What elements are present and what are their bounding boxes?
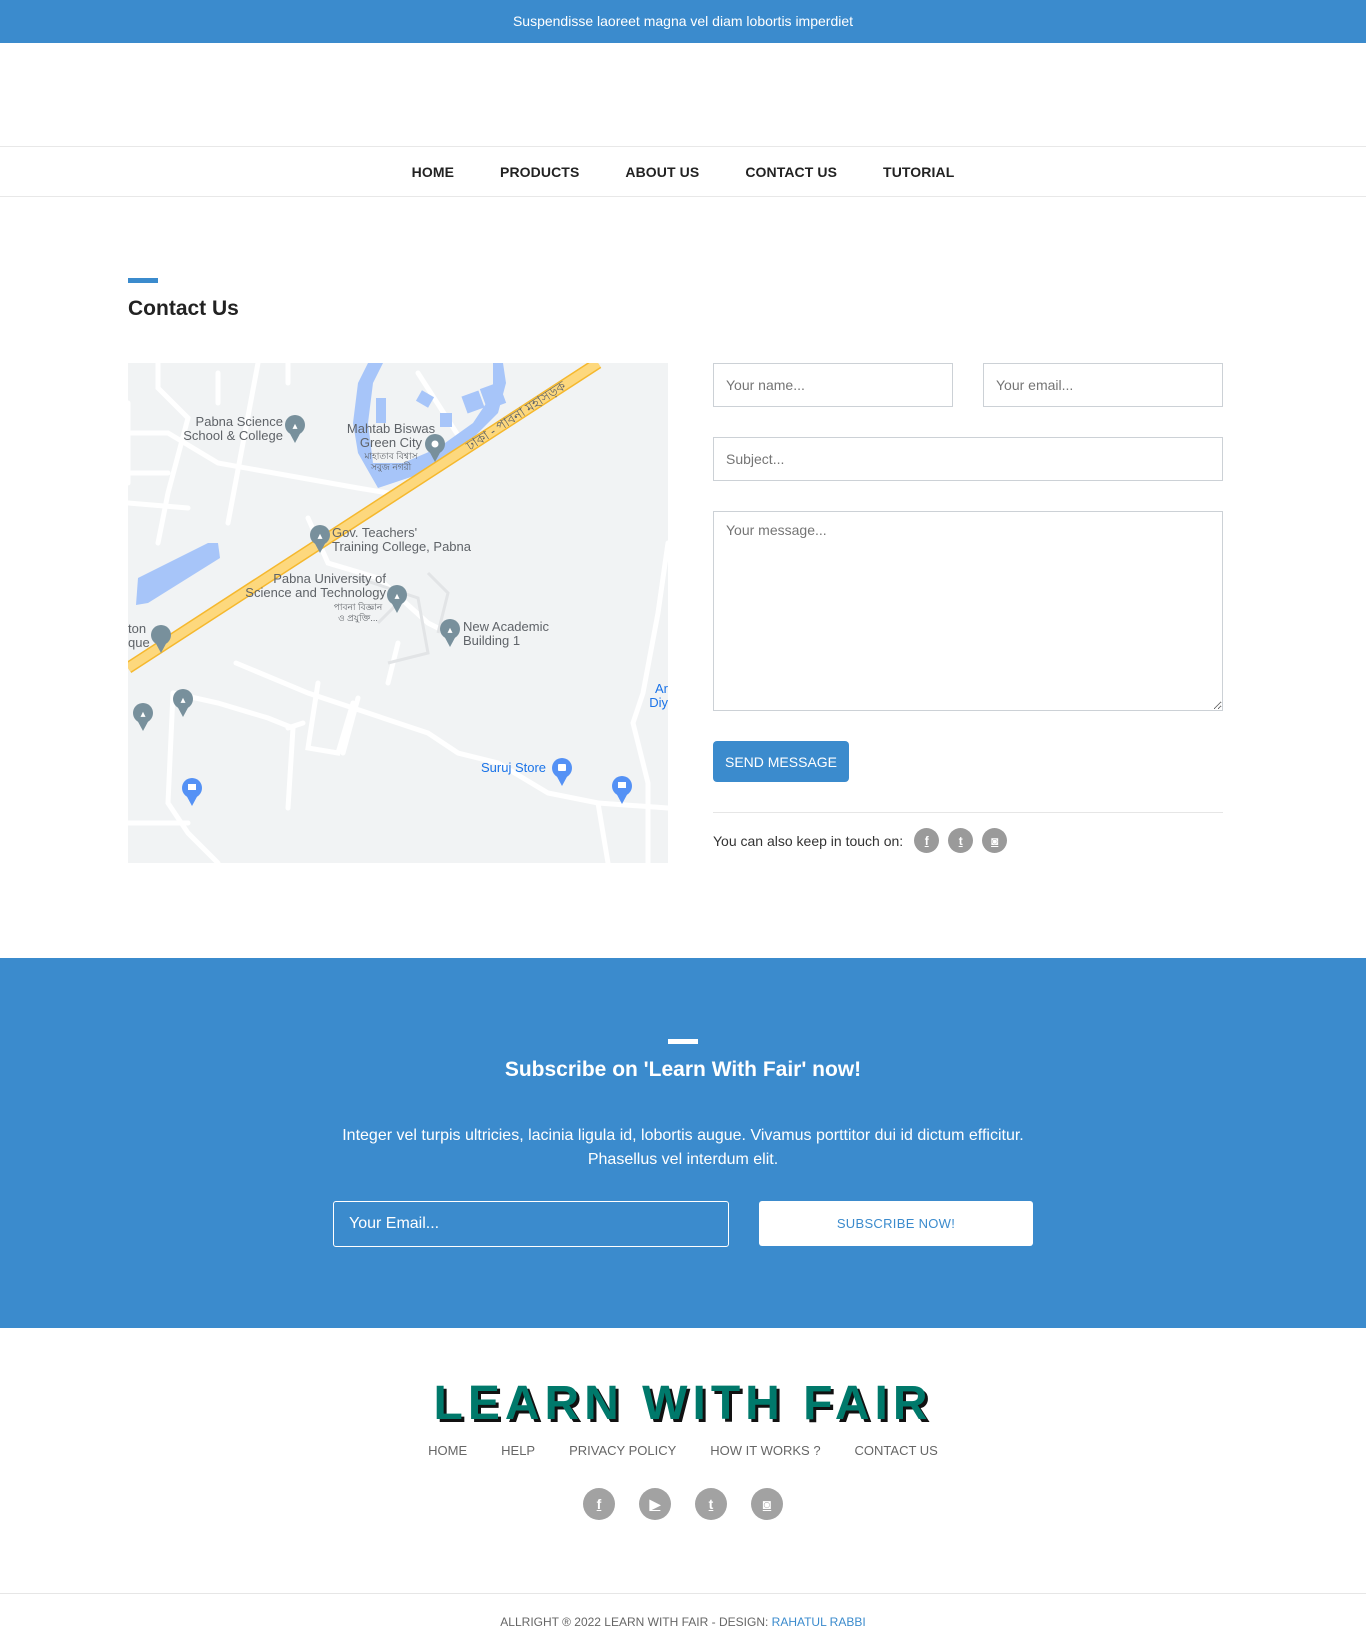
subscribe-title: Subscribe on 'Learn With Fair' now! bbox=[504, 1058, 862, 1081]
main-nav: HOME PRODUCTS ABOUT US CONTACT US TUTORI… bbox=[0, 146, 1366, 197]
footer-link-how-it-works[interactable]: HOW IT WORKS ? bbox=[710, 1443, 820, 1458]
footer-link-home[interactable]: HOME bbox=[428, 1443, 467, 1458]
subject-input[interactable] bbox=[713, 437, 1223, 481]
subscribe-email-input[interactable] bbox=[333, 1201, 729, 1247]
nav-tutorial[interactable]: TUTORIAL bbox=[883, 164, 954, 180]
youtube-icon[interactable]: ▶ bbox=[639, 1488, 671, 1520]
keep-in-touch-label: You can also keep in touch on: bbox=[713, 832, 904, 849]
nav-products[interactable]: PRODUCTS bbox=[500, 164, 579, 180]
header-logo-area bbox=[0, 43, 1366, 146]
subscribe-section: Subscribe on 'Learn With Fair' now! Inte… bbox=[0, 958, 1366, 1328]
nav-about-us[interactable]: ABOUT US bbox=[625, 164, 699, 180]
instagram-icon[interactable]: ◙ bbox=[751, 1488, 783, 1520]
footer: LEARN WITH FAIR HOME HELP PRIVACY POLICY… bbox=[0, 1328, 1366, 1593]
contact-title: Contact Us bbox=[128, 297, 239, 320]
footer-brand-logo: LEARN WITH FAIR bbox=[433, 1377, 933, 1430]
map-embed[interactable]: Pabna Science School & College Mahtab Bis… bbox=[128, 363, 668, 863]
contact-form: SEND MESSAGE You can also keep in touch … bbox=[713, 363, 1223, 853]
map-label-store[interactable]: Suruj Store bbox=[481, 760, 546, 775]
form-divider bbox=[713, 812, 1223, 813]
svg-text:▴: ▴ bbox=[180, 695, 185, 706]
contact-section: Contact Us Pabna Science School & Colleg… bbox=[0, 197, 1366, 958]
map-canvas[interactable]: Pabna Science School & College Mahtab Bis… bbox=[128, 363, 668, 863]
footer-link-help[interactable]: HELP bbox=[501, 1443, 535, 1458]
footer-social: f ▶ t ◙ bbox=[0, 1488, 1366, 1520]
name-input[interactable] bbox=[713, 363, 953, 407]
instagram-icon[interactable]: ◙ bbox=[982, 828, 1008, 853]
copyright-text: ALLRIGHT ® 2022 LEARN WITH FAIR - DESIGN… bbox=[500, 1615, 772, 1629]
facebook-icon[interactable]: f bbox=[583, 1488, 615, 1520]
copyright-bar: ALLRIGHT ® 2022 LEARN WITH FAIR - DESIGN… bbox=[0, 1593, 1366, 1643]
send-message-button[interactable]: SEND MESSAGE bbox=[713, 741, 849, 782]
svg-text:▴: ▴ bbox=[292, 421, 297, 432]
message-textarea[interactable] bbox=[713, 511, 1223, 711]
twitter-icon[interactable]: t bbox=[948, 828, 974, 853]
footer-link-contact-us[interactable]: CONTACT US bbox=[855, 1443, 938, 1458]
svg-text:▴: ▴ bbox=[140, 709, 145, 720]
subscribe-accent-bar bbox=[668, 1039, 698, 1044]
nav-home[interactable]: HOME bbox=[412, 164, 454, 180]
footer-link-privacy-policy[interactable]: PRIVACY POLICY bbox=[569, 1443, 676, 1458]
announcement-bar: Suspendisse laoreet magna vel diam lobor… bbox=[0, 0, 1366, 43]
footer-links: HOME HELP PRIVACY POLICY HOW IT WORKS ? … bbox=[0, 1443, 1366, 1458]
keep-in-touch: You can also keep in touch on: f t ◙ bbox=[713, 828, 1223, 853]
svg-text:▴: ▴ bbox=[394, 591, 399, 602]
svg-text:▴: ▴ bbox=[447, 625, 452, 636]
facebook-icon[interactable]: f bbox=[914, 828, 940, 853]
announcement-text: Suspendisse laoreet magna vel diam lobor… bbox=[512, 13, 854, 29]
section-accent-bar bbox=[128, 278, 158, 283]
twitter-icon[interactable]: t bbox=[695, 1488, 727, 1520]
subscribe-button[interactable]: SUBSCRIBE NOW! bbox=[759, 1201, 1033, 1246]
subscribe-description: Integer vel turpis ultricies, lacinia li… bbox=[342, 1127, 1024, 1168]
map-label-school[interactable]: Pabna Science School & College bbox=[183, 414, 283, 443]
svg-text:▴: ▴ bbox=[317, 531, 322, 542]
nav-contact-us[interactable]: CONTACT US bbox=[745, 164, 837, 180]
designer-link[interactable]: RAHATUL RABBI bbox=[772, 1615, 866, 1629]
email-input[interactable] bbox=[983, 363, 1223, 407]
